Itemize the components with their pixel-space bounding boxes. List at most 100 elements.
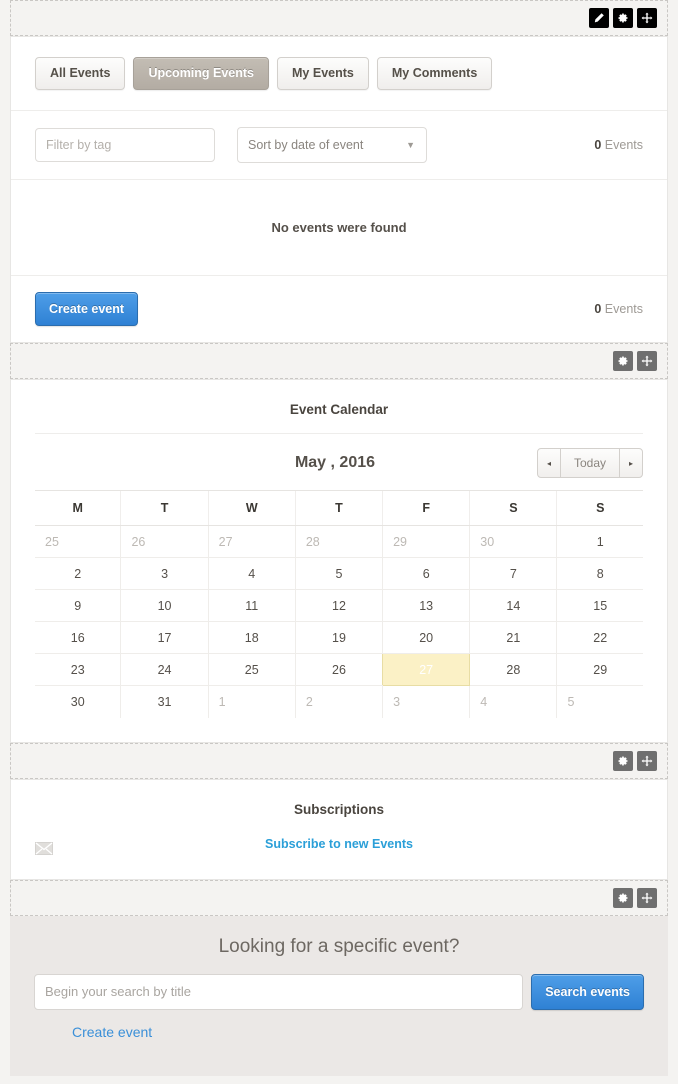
events-filter-row: Sort by date of event ▼ 0 Events bbox=[11, 111, 667, 180]
calendar-today-button[interactable]: Today bbox=[561, 448, 619, 478]
calendar-weekday: S bbox=[557, 491, 643, 526]
calendar-day[interactable]: 31 bbox=[121, 686, 208, 718]
calendar-day-other-month[interactable]: 29 bbox=[383, 526, 470, 558]
calendar-editor-tools bbox=[613, 351, 657, 371]
search-row: Search events bbox=[34, 974, 644, 1011]
calendar-next-button[interactable]: ▸ bbox=[619, 448, 643, 478]
calendar-week-row: 303112345 bbox=[35, 686, 643, 718]
calendar-editor-strip bbox=[10, 343, 668, 379]
calendar-day-today[interactable]: 27 bbox=[383, 654, 470, 686]
calendar-title: Event Calendar bbox=[35, 380, 643, 434]
empty-state: No events were found bbox=[11, 180, 667, 276]
events-count: 0 Events bbox=[594, 138, 643, 152]
sort-select[interactable]: Sort by date of event ▼ bbox=[237, 127, 427, 163]
calendar-day[interactable]: 12 bbox=[295, 590, 382, 622]
calendar-weekday: T bbox=[295, 491, 382, 526]
gear-icon[interactable] bbox=[613, 351, 633, 371]
calendar-day[interactable]: 15 bbox=[557, 590, 643, 622]
calendar-day[interactable]: 30 bbox=[35, 686, 121, 718]
calendar-day[interactable]: 13 bbox=[383, 590, 470, 622]
calendar-day[interactable]: 25 bbox=[208, 654, 295, 686]
move-icon[interactable] bbox=[637, 888, 657, 908]
calendar-body: 2526272829301234567891011121314151617181… bbox=[35, 526, 643, 718]
calendar-day[interactable]: 5 bbox=[295, 558, 382, 590]
calendar-day[interactable]: 2 bbox=[35, 558, 121, 590]
calendar-day[interactable]: 10 bbox=[121, 590, 208, 622]
calendar-day[interactable]: 9 bbox=[35, 590, 121, 622]
calendar-week-row: 2345678 bbox=[35, 558, 643, 590]
search-events-button[interactable]: Search events bbox=[531, 974, 644, 1011]
calendar-day[interactable]: 22 bbox=[557, 622, 643, 654]
empty-state-message: No events were found bbox=[271, 220, 406, 235]
calendar-day[interactable]: 8 bbox=[557, 558, 643, 590]
subscribe-to-new-events-link[interactable]: Subscribe to new Events bbox=[265, 837, 413, 851]
filter-by-tag-input[interactable] bbox=[35, 128, 215, 162]
tab-all-events[interactable]: All Events bbox=[35, 57, 125, 90]
calendar-day[interactable]: 23 bbox=[35, 654, 121, 686]
events-footer-count-label: Events bbox=[601, 302, 643, 316]
event-search-section: Looking for a specific event? Search eve… bbox=[10, 916, 668, 1077]
calendar-grid: M T W T F S S 25262728293012345678910111… bbox=[35, 490, 643, 718]
calendar-day[interactable]: 18 bbox=[208, 622, 295, 654]
create-event-button[interactable]: Create event bbox=[35, 292, 138, 327]
gear-icon[interactable] bbox=[613, 888, 633, 908]
calendar-day-other-month[interactable]: 1 bbox=[208, 686, 295, 718]
calendar-day-other-month[interactable]: 25 bbox=[35, 526, 121, 558]
calendar-day[interactable]: 14 bbox=[470, 590, 557, 622]
calendar-day-other-month[interactable]: 28 bbox=[295, 526, 382, 558]
subscriptions-panel: Subscriptions Subscribe to new Events bbox=[10, 779, 668, 880]
events-tab-bar: All Events Upcoming Events My Events My … bbox=[11, 37, 667, 111]
move-icon[interactable] bbox=[637, 751, 657, 771]
calendar-day[interactable]: 4 bbox=[208, 558, 295, 590]
move-icon[interactable] bbox=[637, 8, 657, 28]
search-editor-tools bbox=[613, 888, 657, 908]
calendar-weekday-row: M T W T F S S bbox=[35, 491, 643, 526]
calendar-day[interactable]: 28 bbox=[470, 654, 557, 686]
calendar-month-label: May , 2016 bbox=[35, 454, 537, 472]
calendar-weekday: T bbox=[121, 491, 208, 526]
calendar-day-other-month[interactable]: 3 bbox=[383, 686, 470, 718]
calendar-day-other-month[interactable]: 2 bbox=[295, 686, 382, 718]
calendar-week-row: 23242526272829 bbox=[35, 654, 643, 686]
calendar-day[interactable]: 1 bbox=[557, 526, 643, 558]
pencil-icon[interactable] bbox=[589, 8, 609, 28]
calendar-day-other-month[interactable]: 30 bbox=[470, 526, 557, 558]
calendar-day[interactable]: 29 bbox=[557, 654, 643, 686]
search-heading: Looking for a specific event? bbox=[34, 936, 644, 958]
calendar-panel: Event Calendar May , 2016 ◂ Today ▸ M T … bbox=[10, 379, 668, 743]
events-count-label: Events bbox=[601, 138, 643, 152]
sort-select-value: Sort by date of event bbox=[248, 138, 363, 152]
tab-upcoming-events[interactable]: Upcoming Events bbox=[133, 57, 269, 90]
move-icon[interactable] bbox=[637, 351, 657, 371]
subscriptions-title: Subscriptions bbox=[35, 802, 643, 817]
calendar-day[interactable]: 6 bbox=[383, 558, 470, 590]
calendar-day[interactable]: 19 bbox=[295, 622, 382, 654]
calendar-day-other-month[interactable]: 4 bbox=[470, 686, 557, 718]
events-panel: All Events Upcoming Events My Events My … bbox=[10, 36, 668, 343]
calendar-day-other-month[interactable]: 5 bbox=[557, 686, 643, 718]
calendar-day-other-month[interactable]: 27 bbox=[208, 526, 295, 558]
calendar-day[interactable]: 20 bbox=[383, 622, 470, 654]
calendar-day[interactable]: 17 bbox=[121, 622, 208, 654]
subscriptions-editor-tools bbox=[613, 751, 657, 771]
gear-icon[interactable] bbox=[613, 751, 633, 771]
calendar-day[interactable]: 24 bbox=[121, 654, 208, 686]
calendar-day[interactable]: 11 bbox=[208, 590, 295, 622]
calendar-day[interactable]: 21 bbox=[470, 622, 557, 654]
create-event-link[interactable]: Create event bbox=[72, 1024, 152, 1040]
top-editor-tools bbox=[589, 8, 657, 28]
calendar-day[interactable]: 26 bbox=[295, 654, 382, 686]
calendar-day[interactable]: 7 bbox=[470, 558, 557, 590]
calendar-prev-button[interactable]: ◂ bbox=[537, 448, 561, 478]
tab-my-events[interactable]: My Events bbox=[277, 57, 369, 90]
calendar-weekday: M bbox=[35, 491, 121, 526]
events-footer-count: 0 Events bbox=[594, 302, 643, 316]
tab-my-comments[interactable]: My Comments bbox=[377, 57, 492, 90]
calendar-day[interactable]: 16 bbox=[35, 622, 121, 654]
calendar-day-other-month[interactable]: 26 bbox=[121, 526, 208, 558]
gear-icon[interactable] bbox=[613, 8, 633, 28]
calendar-week-row: 9101112131415 bbox=[35, 590, 643, 622]
calendar-week-row: 16171819202122 bbox=[35, 622, 643, 654]
calendar-day[interactable]: 3 bbox=[121, 558, 208, 590]
search-input[interactable] bbox=[34, 974, 523, 1010]
